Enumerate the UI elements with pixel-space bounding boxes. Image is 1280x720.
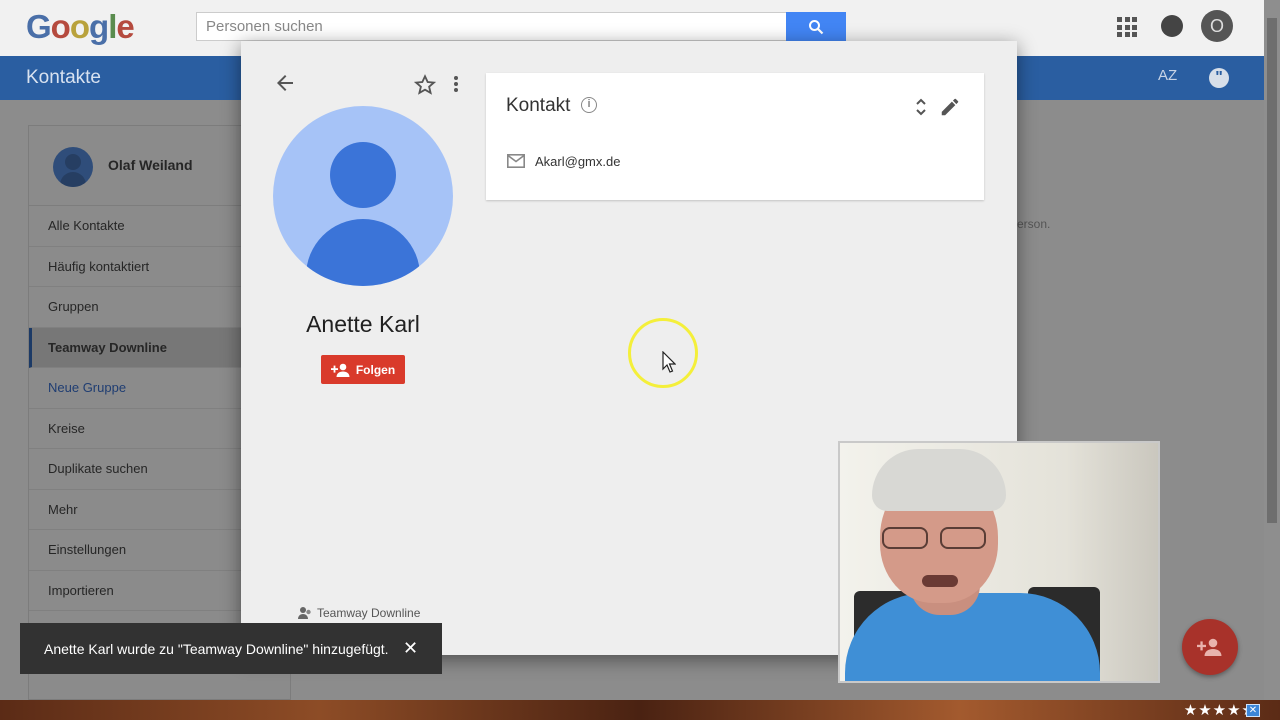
search-icon <box>809 19 824 34</box>
google-logo[interactable]: Google <box>26 8 135 46</box>
star-icon[interactable] <box>414 74 436 96</box>
hangouts-icon[interactable]: " <box>1209 68 1229 88</box>
back-arrow-icon[interactable] <box>273 71 297 95</box>
info-icon[interactable]: i <box>581 97 597 113</box>
add-contact-fab[interactable] <box>1182 619 1238 675</box>
logo-letter: e <box>116 8 134 45</box>
contact-avatar <box>273 106 453 286</box>
logo-letter: g <box>89 8 109 45</box>
contact-info-card: Kontakt i Akarl@gmx.de <box>486 73 984 200</box>
logo-letter: l <box>108 8 117 45</box>
follow-button[interactable]: Folgen <box>321 355 405 384</box>
follow-label: Folgen <box>355 362 396 377</box>
contact-name: Anette Karl <box>306 311 420 337</box>
group-label: Teamway Downline <box>317 606 421 620</box>
mouse-cursor-icon <box>662 351 676 373</box>
page-scrollbar[interactable] <box>1264 0 1280 700</box>
add-person-icon <box>1197 638 1222 656</box>
user-avatar-icon <box>53 147 93 187</box>
tray-icon[interactable]: ✕ <box>1246 704 1260 717</box>
user-name: Olaf Weiland <box>108 157 193 173</box>
group-icon <box>298 607 311 619</box>
card-title: Kontakt <box>506 95 571 116</box>
email-link[interactable]: Akarl@gmx.de <box>535 154 620 169</box>
notifications-icon[interactable] <box>1161 15 1183 37</box>
webcam-overlay <box>838 441 1160 683</box>
search-button[interactable] <box>786 12 846 41</box>
logo-letter: o <box>69 8 90 45</box>
sort-az-icon[interactable]: AZ <box>1158 67 1177 84</box>
scroll-thumb[interactable] <box>1267 18 1277 523</box>
logo-letter: G <box>26 8 52 45</box>
background-hint-text: erson. <box>1017 217 1051 231</box>
toast-message: Anette Karl wurde zu "Teamway Downline" … <box>44 640 389 657</box>
add-person-icon <box>330 363 350 377</box>
edit-pencil-icon[interactable] <box>939 96 961 118</box>
app-title: Kontakte <box>26 67 101 88</box>
more-vert-icon[interactable] <box>453 75 459 93</box>
search-input[interactable]: Personen suchen <box>196 12 788 41</box>
contact-group-tag[interactable]: Teamway Downline <box>298 606 420 620</box>
apps-grid-icon[interactable] <box>1117 17 1137 37</box>
expand-icon[interactable] <box>914 96 928 118</box>
account-avatar[interactable]: O <box>1201 10 1233 42</box>
logo-letter: o <box>50 8 71 45</box>
mail-icon <box>507 154 525 168</box>
desktop-taskbar: ★★★★★ <box>0 700 1280 720</box>
snackbar-toast: Anette Karl wurde zu "Teamway Downline" … <box>20 623 442 674</box>
toast-close-button[interactable]: ✕ <box>403 639 418 657</box>
